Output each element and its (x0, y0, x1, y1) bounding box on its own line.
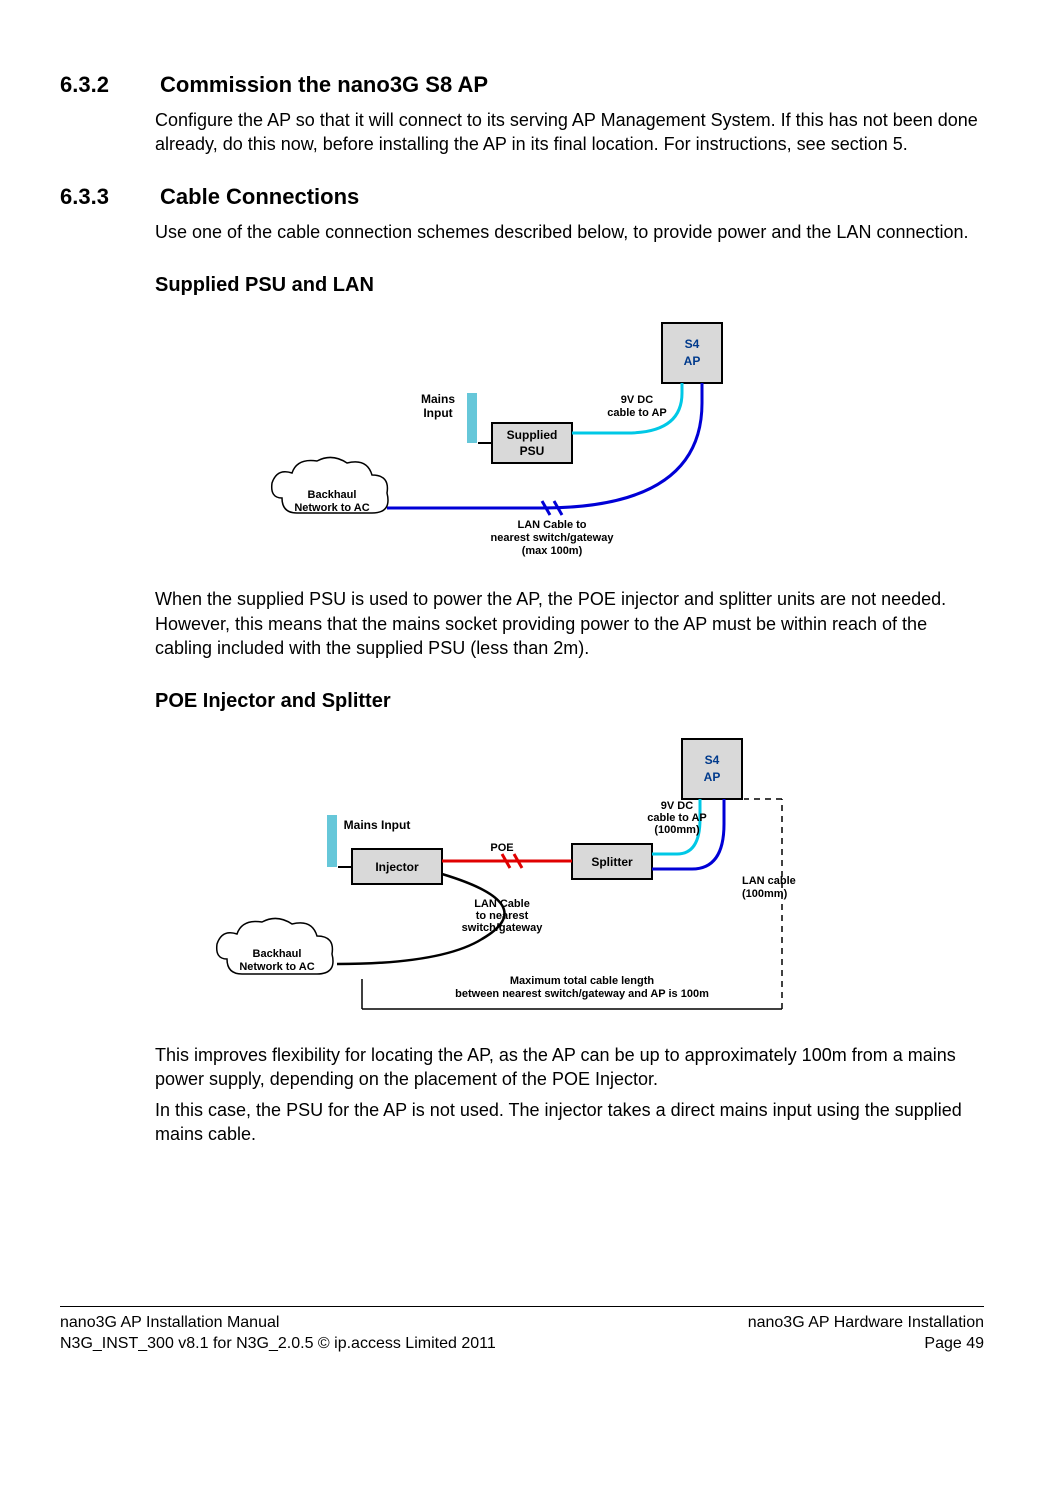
lan-label-3: (max 100m) (522, 545, 583, 557)
footer-right-2: Page 49 (748, 1334, 984, 1355)
dc-label-1: 9V DC (621, 394, 653, 406)
dc-label-1: 9V DC (661, 800, 693, 812)
lan-label-2: nearest switch/gateway (491, 532, 615, 544)
diagram-poe: S4 AP Injector Splitter Mains Input POE … (182, 729, 862, 1029)
psu-label-1: Supplied (507, 428, 558, 442)
cloud-label-1: Backhaul (308, 489, 357, 501)
page-footer: nano3G AP Installation Manual N3G_INST_3… (60, 1306, 984, 1355)
cloud-label-2: Network to AC (294, 502, 369, 514)
injector-label: Injector (375, 860, 419, 874)
cloud-label-1: Backhaul (253, 948, 302, 960)
max-label-2: between nearest switch/gateway and AP is… (455, 988, 709, 1000)
mains-label: Mains Input (344, 818, 411, 832)
ap-label-1: S4 (705, 753, 720, 767)
dc-label-3: (100mm) (654, 824, 700, 836)
lan1-label-3: switch/gateway (462, 922, 544, 934)
lan1-label-2: to nearest (476, 910, 529, 922)
poe-body-2: In this case, the PSU for the AP is not … (155, 1098, 984, 1147)
ap-label-2: AP (684, 354, 701, 368)
splitter-label: Splitter (591, 855, 633, 869)
supplied-psu-body: When the supplied PSU is used to power t… (155, 587, 984, 660)
lan-label-1: LAN Cable to (517, 519, 586, 531)
mains-label-1: Mains (421, 392, 455, 406)
dc-label-2: cable to AP (607, 407, 667, 419)
diagram-supplied-psu: S4 AP Supplied PSU Mains Input 9V DC cab… (242, 313, 802, 573)
section-title: Cable Connections (160, 182, 359, 212)
dc-label-2: cable to AP (647, 812, 707, 824)
ap-label-1: S4 (685, 337, 700, 351)
section-6-3-2-body: Configure the AP so that it will connect… (155, 108, 984, 157)
subheading-poe: POE Injector and Splitter (155, 688, 984, 715)
lan2-label-2: (100mm) (742, 888, 788, 900)
footer-right-1: nano3G AP Hardware Installation (748, 1313, 984, 1334)
footer-left-1: nano3G AP Installation Manual (60, 1313, 496, 1334)
cloud-label-2: Network to AC (239, 961, 314, 973)
poe-label: POE (490, 842, 513, 854)
mains-label-2: Input (423, 406, 452, 420)
section-number: 6.3.2 (60, 70, 155, 100)
section-number: 6.3.3 (60, 182, 155, 212)
max-label-1: Maximum total cable length (510, 975, 655, 987)
lan1-label-1: LAN Cable (474, 898, 530, 910)
footer-left-2: N3G_INST_300 v8.1 for N3G_2.0.5 © ip.acc… (60, 1334, 496, 1355)
poe-body-1: This improves flexibility for locating t… (155, 1043, 984, 1092)
subheading-supplied-psu: Supplied PSU and LAN (155, 272, 984, 299)
lan2-label-1: LAN cable (742, 875, 796, 887)
ap-label-2: AP (704, 770, 721, 784)
section-title: Commission the nano3G S8 AP (160, 70, 488, 100)
section-6-3-2-header: 6.3.2 Commission the nano3G S8 AP (60, 70, 984, 100)
psu-label-2: PSU (520, 444, 545, 458)
section-6-3-3-header: 6.3.3 Cable Connections (60, 182, 984, 212)
section-6-3-3-body: Use one of the cable connection schemes … (155, 220, 984, 244)
